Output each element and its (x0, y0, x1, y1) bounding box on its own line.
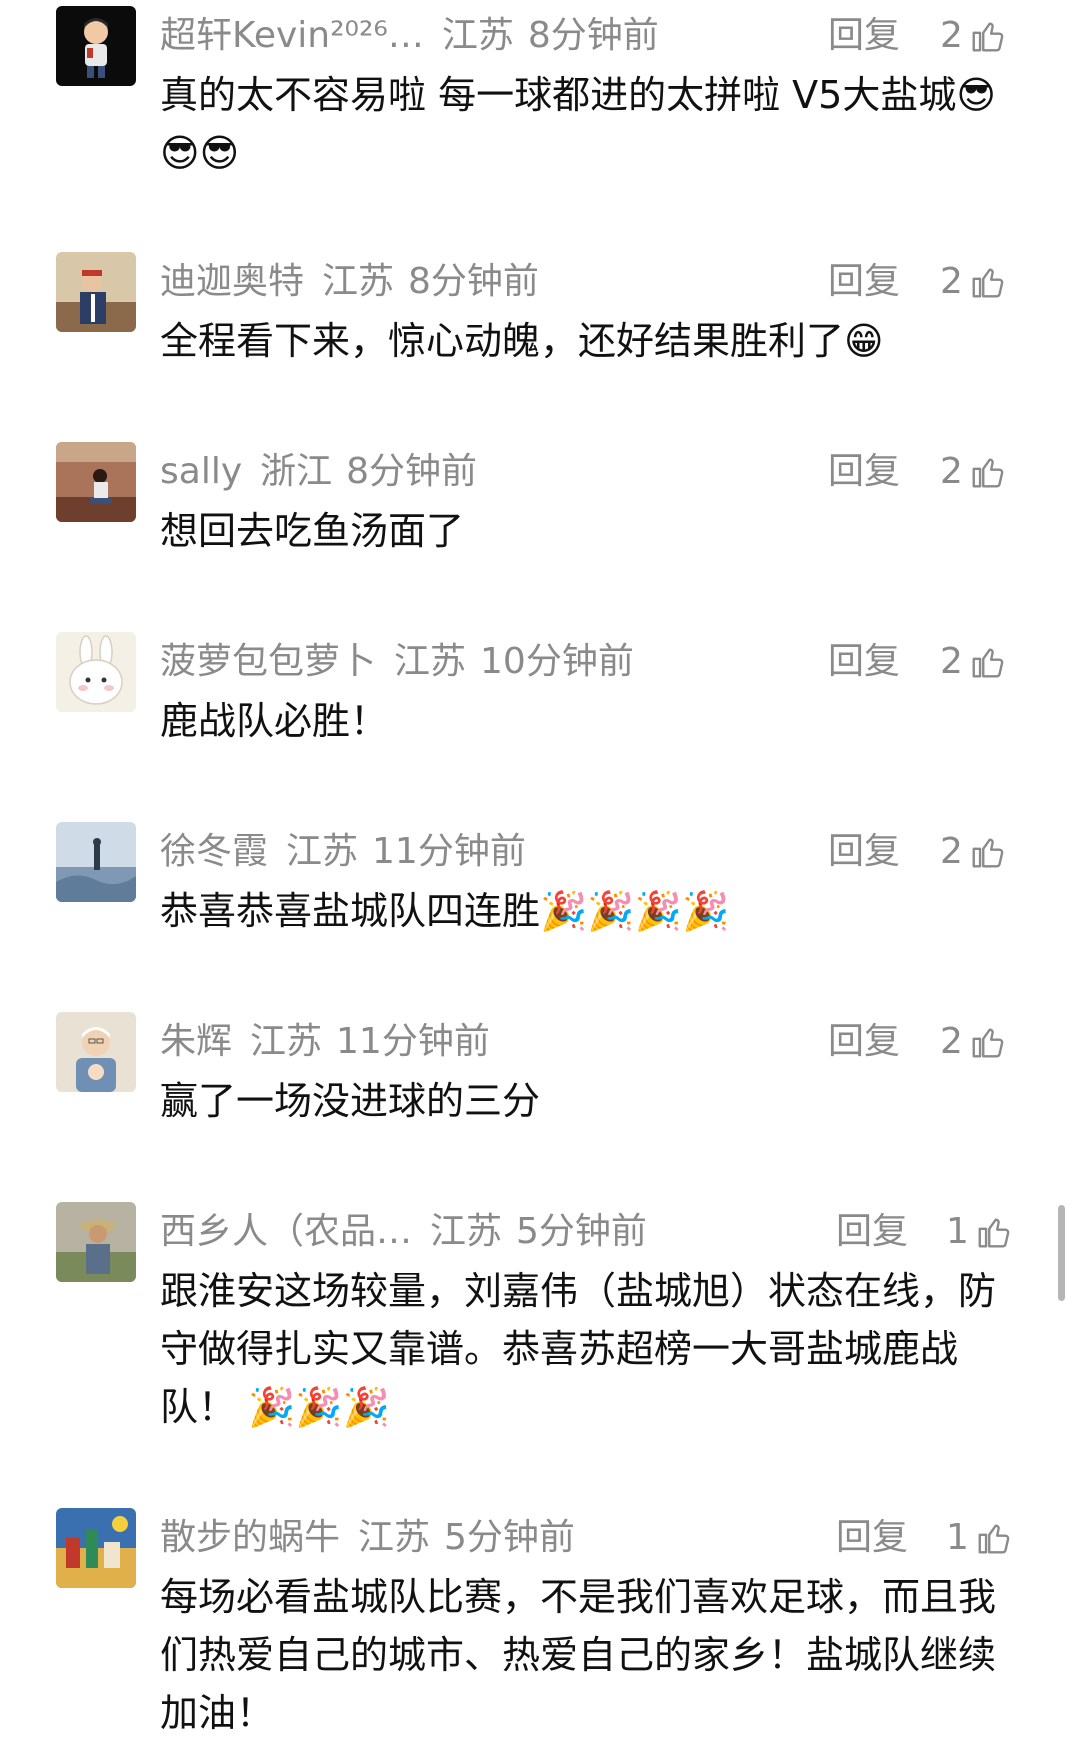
comment-text: 鹿战队必胜！ (160, 699, 389, 743)
reply-button[interactable]: 回复 (828, 448, 900, 496)
thumbs-up-icon (972, 22, 1004, 52)
like-button[interactable]: 2 (940, 828, 1007, 876)
comment-meta: 菠萝包包萝卜 江苏 10分钟前 (160, 638, 634, 686)
username[interactable]: 西乡人（农品… (160, 1208, 412, 1256)
like-button[interactable]: 2 (940, 258, 1007, 306)
avatar[interactable] (56, 442, 136, 522)
like-button[interactable]: 2 (940, 12, 1007, 60)
avatar[interactable] (56, 632, 136, 712)
like-button[interactable]: 2 (940, 638, 1007, 686)
bunny-avatar-icon (56, 632, 136, 712)
location: 江苏 (394, 641, 467, 682)
grandpa-baby-avatar-icon (56, 1012, 136, 1092)
like-button[interactable]: 2 (940, 448, 1007, 496)
reply-button[interactable]: 回复 (828, 12, 900, 60)
like-count: 1 (946, 1211, 969, 1252)
thumbs-up-icon (978, 1524, 1010, 1554)
comment-meta: 散步的蜗牛 江苏 5分钟前 (160, 1514, 575, 1562)
farmer-avatar-icon (56, 1202, 136, 1282)
landscape-avatar-icon (56, 822, 136, 902)
uniform-photo-avatar-icon (56, 252, 136, 332)
painting-avatar-icon (56, 1508, 136, 1588)
boy-cartoon-avatar-icon (56, 6, 136, 86)
username[interactable]: 散步的蜗牛 (160, 1514, 340, 1562)
like-count: 2 (940, 641, 963, 682)
avatar[interactable] (56, 1508, 136, 1588)
comment-meta: 西乡人（农品… 江苏 5分钟前 (160, 1208, 647, 1256)
timestamp: 8分钟前 (408, 261, 539, 302)
timestamp: 11分钟前 (372, 831, 526, 872)
username[interactable]: sally (160, 448, 242, 496)
comment-meta: 朱辉 江苏 11分钟前 (160, 1018, 490, 1066)
reply-button[interactable]: 回复 (836, 1514, 908, 1562)
location: 江苏 (322, 261, 395, 302)
comment-text: 赢了一场没进球的三分 (160, 1079, 541, 1123)
username[interactable]: 迪迦奥特 (160, 258, 304, 306)
timestamp: 8分钟前 (527, 15, 659, 56)
username[interactable]: 朱辉 (160, 1018, 232, 1066)
comment-text: 跟淮安这场较量，刘嘉伟（盐城旭）状态在线，防守做得扎实又靠谱。恭喜苏超榜一大哥盐… (160, 1269, 997, 1429)
location: 浙江 (260, 451, 333, 492)
thumbs-up-icon (972, 458, 1004, 488)
comment-meta: 超轩Kevin²⁰²⁶… 江苏 8分钟前 (160, 12, 659, 60)
username[interactable]: 徐冬霞 (160, 828, 268, 876)
reply-button[interactable]: 回复 (828, 1018, 900, 1066)
username[interactable]: 菠萝包包萝卜 (160, 638, 376, 686)
comment-text: 想回去吃鱼汤面了 (160, 509, 465, 553)
like-count: 2 (940, 831, 963, 872)
username[interactable]: 超轩Kevin²⁰²⁶… (160, 12, 424, 60)
reply-button[interactable]: 回复 (828, 258, 900, 306)
like-button[interactable]: 1 (946, 1514, 1013, 1562)
thumbs-up-icon (972, 648, 1004, 678)
thumbs-up-icon (972, 268, 1004, 298)
like-button[interactable]: 1 (946, 1208, 1013, 1256)
comment-text: 全程看下来，惊心动魄，还好结果胜利了😁 (160, 319, 884, 363)
location: 江苏 (250, 1021, 323, 1062)
location: 江苏 (286, 831, 359, 872)
avatar[interactable] (56, 822, 136, 902)
location: 江苏 (441, 15, 514, 56)
reply-button[interactable]: 回复 (836, 1208, 908, 1256)
thumbs-up-icon (972, 838, 1004, 868)
comment-text: 恭喜恭喜盐城队四连胜🎉🎉🎉🎉 (160, 889, 730, 933)
like-count: 2 (940, 261, 963, 302)
timestamp: 11分钟前 (336, 1021, 490, 1062)
like-count: 2 (940, 15, 963, 56)
reply-button[interactable]: 回复 (828, 638, 900, 686)
comment-text: 真的太不容易啦 每一球都进的太拼啦 V5大盐城😎😎😎 (160, 73, 996, 175)
timestamp: 5分钟前 (444, 1517, 575, 1558)
comment-text: 每场必看盐城队比赛，不是我们喜欢足球，而且我们热爱自己的城市、热爱自己的家乡！盐… (160, 1575, 997, 1735)
reply-button[interactable]: 回复 (828, 828, 900, 876)
location: 江苏 (358, 1517, 431, 1558)
timestamp: 10分钟前 (480, 641, 634, 682)
thumbs-up-icon (972, 1028, 1004, 1058)
sitting-person-avatar-icon (56, 442, 136, 522)
avatar[interactable] (56, 1202, 136, 1282)
location: 江苏 (430, 1211, 503, 1252)
timestamp: 5分钟前 (516, 1211, 647, 1252)
comment-meta: sally 浙江 8分钟前 (160, 448, 477, 496)
like-count: 2 (940, 1021, 963, 1062)
thumbs-up-icon (978, 1218, 1010, 1248)
timestamp: 8分钟前 (346, 451, 478, 492)
scrollbar[interactable] (1058, 1205, 1065, 1301)
like-count: 1 (946, 1517, 969, 1558)
avatar[interactable] (56, 252, 136, 332)
avatar[interactable] (56, 1012, 136, 1092)
like-count: 2 (940, 451, 963, 492)
comment-meta: 迪迦奥特 江苏 8分钟前 (160, 258, 539, 306)
like-button[interactable]: 2 (940, 1018, 1007, 1066)
avatar[interactable] (56, 6, 136, 86)
comment-meta: 徐冬霞 江苏 11分钟前 (160, 828, 526, 876)
